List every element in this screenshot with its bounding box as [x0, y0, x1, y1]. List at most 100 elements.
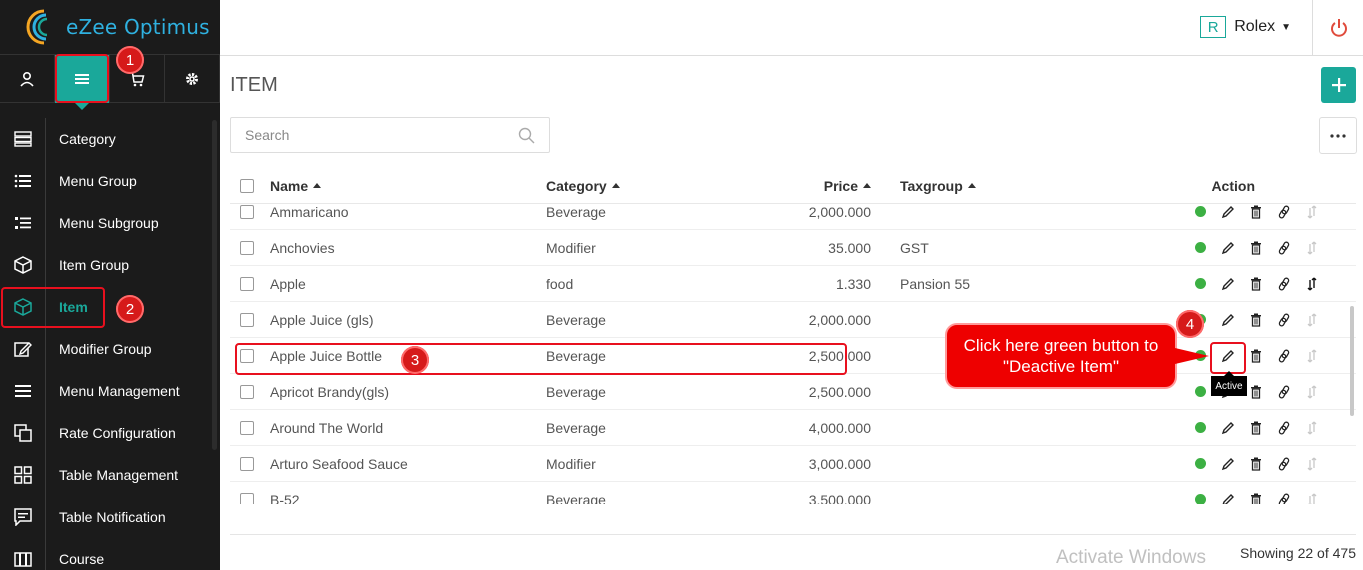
- link-icon: [1278, 313, 1290, 326]
- sidebar-item-menu-subgroup[interactable]: Menu Subgroup: [0, 202, 220, 244]
- add-item-button[interactable]: [1321, 67, 1356, 103]
- reorder-button[interactable]: [1298, 310, 1326, 330]
- link-button[interactable]: [1270, 202, 1298, 222]
- edit-button[interactable]: [1214, 418, 1242, 438]
- reorder-button[interactable]: [1298, 346, 1326, 366]
- cell-name: B-52: [270, 491, 300, 505]
- status-toggle-button[interactable]: [1186, 382, 1214, 402]
- row-checkbox[interactable]: [240, 420, 254, 435]
- edit-button[interactable]: [1214, 490, 1242, 504]
- search-input[interactable]: [231, 118, 511, 152]
- status-toggle-button[interactable]: [1186, 454, 1214, 474]
- delete-button[interactable]: [1242, 454, 1270, 474]
- row-checkbox[interactable]: [240, 204, 254, 219]
- reorder-button[interactable]: [1298, 490, 1326, 504]
- sidebar-item-menu-management[interactable]: Menu Management: [0, 370, 220, 412]
- link-icon: [1278, 349, 1290, 362]
- power-icon: [1331, 19, 1347, 37]
- link-button[interactable]: [1270, 274, 1298, 294]
- status-toggle-button[interactable]: [1186, 418, 1214, 438]
- edit-button[interactable]: [1214, 274, 1242, 294]
- delete-button[interactable]: [1242, 274, 1270, 294]
- link-button[interactable]: [1270, 382, 1298, 402]
- sidebar-item-item-group[interactable]: Item Group: [0, 244, 220, 286]
- trash-icon: [1251, 241, 1261, 255]
- link-button[interactable]: [1270, 418, 1298, 438]
- select-all-checkbox[interactable]: [240, 178, 254, 193]
- sidebar-item-table-management[interactable]: Table Management: [0, 454, 220, 496]
- table-scrollbar[interactable]: [1350, 306, 1354, 416]
- cell-category: Beverage: [546, 491, 606, 505]
- trash-icon: [1251, 313, 1261, 327]
- status-toggle-button[interactable]: [1186, 238, 1214, 258]
- link-button[interactable]: [1270, 310, 1298, 330]
- link-button[interactable]: [1270, 490, 1298, 504]
- link-icon: [1278, 385, 1290, 398]
- sidebar-item-table-notification[interactable]: Table Notification: [0, 496, 220, 538]
- cell-actions: [1071, 274, 1330, 294]
- row-checkbox[interactable]: [240, 276, 254, 291]
- reorder-button[interactable]: [1298, 238, 1326, 258]
- row-checkbox[interactable]: [240, 312, 254, 327]
- cell-category: Beverage: [546, 203, 606, 220]
- windows-watermark: Activate Windows: [1056, 547, 1206, 568]
- edit-button[interactable]: [1214, 310, 1242, 330]
- search-icon[interactable]: [518, 127, 535, 144]
- status-toggle-button[interactable]: [1186, 202, 1214, 222]
- delete-button[interactable]: [1242, 346, 1270, 366]
- delete-button[interactable]: [1242, 202, 1270, 222]
- table-row[interactable]: Apricot Brandy(gls) Beverage 2,500.000: [230, 374, 1356, 410]
- status-toggle-button[interactable]: [1186, 274, 1214, 294]
- row-checkbox[interactable]: [240, 384, 254, 399]
- column-header-name[interactable]: Name: [270, 178, 546, 194]
- logout-button[interactable]: [1325, 14, 1353, 42]
- edit-button[interactable]: [1214, 202, 1242, 222]
- more-options-button[interactable]: [1319, 117, 1357, 154]
- reorder-icon: [1307, 457, 1317, 470]
- sidebar-item-rate-configuration[interactable]: Rate Configuration: [0, 412, 220, 454]
- sidebar-scrollbar[interactable]: [212, 120, 217, 450]
- table-row[interactable]: Arturo Seafood Sauce Modifier 3,000.000: [230, 446, 1356, 482]
- delete-button[interactable]: [1242, 490, 1270, 504]
- delete-button[interactable]: [1242, 310, 1270, 330]
- column-header-category[interactable]: Category: [546, 178, 756, 194]
- user-initial-badge: R: [1200, 16, 1227, 38]
- reorder-button[interactable]: [1298, 202, 1326, 222]
- sidebar-item-label: Course: [59, 551, 105, 567]
- cell-category: Modifier: [546, 239, 596, 256]
- table-row[interactable]: Apple food 1.330 Pansion 55: [230, 266, 1356, 302]
- sidebar-item-modifier-group[interactable]: Modifier Group: [0, 328, 220, 370]
- reorder-button[interactable]: [1298, 274, 1326, 294]
- user-dropdown[interactable]: R Rolex ▼: [1200, 16, 1291, 38]
- settings-tab[interactable]: [165, 55, 220, 103]
- column-header-price[interactable]: Price: [756, 178, 871, 194]
- sort-asc-icon: [313, 183, 322, 189]
- reorder-button[interactable]: [1298, 382, 1326, 402]
- user-tab[interactable]: [0, 55, 55, 103]
- pencil-icon: [1221, 457, 1234, 470]
- cell-category: Beverage: [546, 311, 606, 328]
- table-row[interactable]: Around The World Beverage 4,000.000: [230, 410, 1356, 446]
- table-row[interactable]: Ammaricano Beverage 2,000.000: [230, 194, 1356, 230]
- reorder-button[interactable]: [1298, 454, 1326, 474]
- table-row[interactable]: Anchovies Modifier 35.000 GST: [230, 230, 1356, 266]
- sidebar-item-menu-group[interactable]: Menu Group: [0, 160, 220, 202]
- edit-button[interactable]: [1214, 454, 1242, 474]
- link-button[interactable]: [1270, 238, 1298, 258]
- row-checkbox[interactable]: [240, 240, 254, 255]
- delete-button[interactable]: [1242, 418, 1270, 438]
- status-toggle-button[interactable]: [1186, 490, 1214, 504]
- delete-button[interactable]: [1242, 238, 1270, 258]
- cell-name: Apple Juice (gls): [270, 311, 374, 328]
- edit-button[interactable]: [1214, 238, 1242, 258]
- sidebar-item-course[interactable]: Course: [0, 538, 220, 570]
- sidebar-item-category[interactable]: Category: [0, 118, 220, 160]
- column-header-taxgroup[interactable]: Taxgroup: [871, 178, 1071, 194]
- link-button[interactable]: [1270, 454, 1298, 474]
- reorder-button[interactable]: [1298, 418, 1326, 438]
- row-checkbox[interactable]: [240, 492, 254, 504]
- cell-name: Apricot Brandy(gls): [270, 383, 390, 400]
- row-checkbox[interactable]: [240, 456, 254, 471]
- link-button[interactable]: [1270, 346, 1298, 366]
- table-row[interactable]: B-52 Beverage 3,500.000: [230, 482, 1356, 504]
